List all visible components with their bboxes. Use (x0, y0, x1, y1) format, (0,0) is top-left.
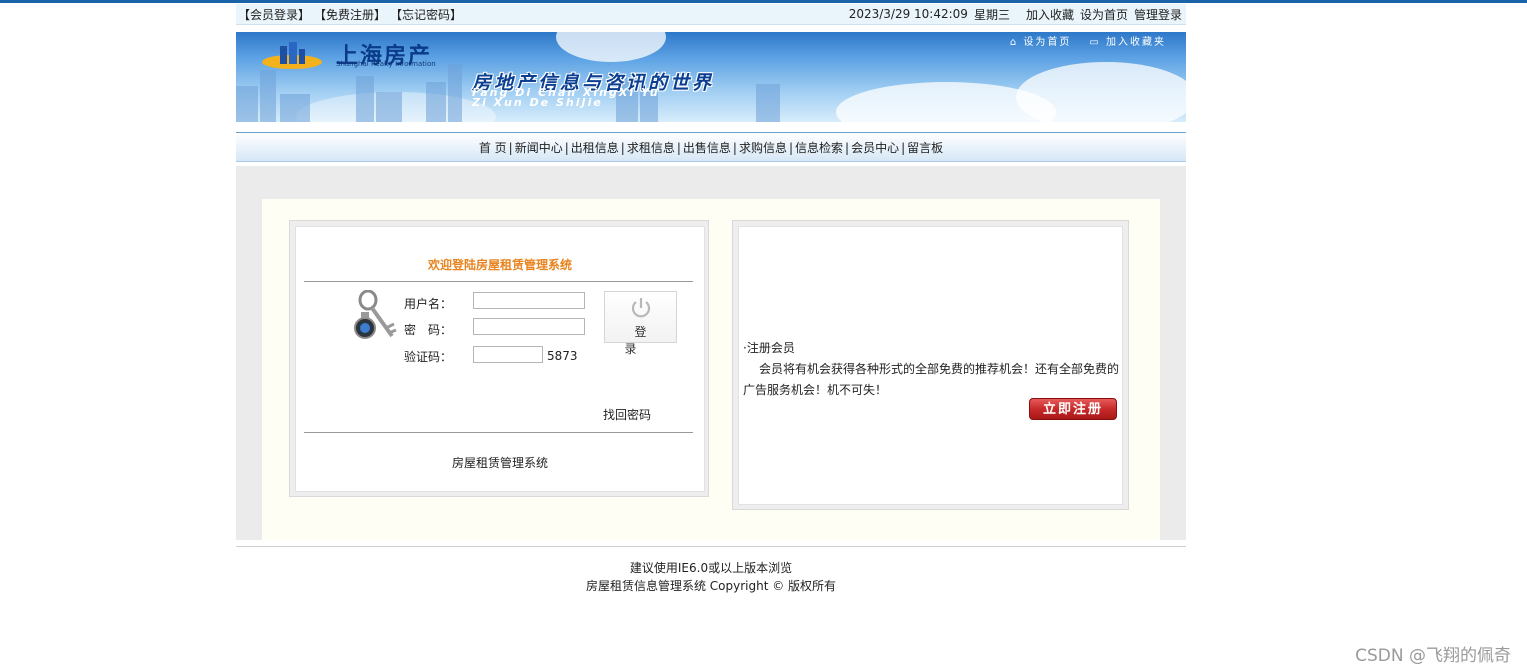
top-accent-rule (0, 0, 1527, 3)
register-title: ·注册会员 (743, 341, 795, 355)
forgot-password-link[interactable]: 【忘记密码】 (390, 6, 462, 23)
divider (304, 281, 693, 282)
admin-login-link[interactable]: 管理登录 (1134, 6, 1182, 23)
main-content: 欢迎登陆房屋租赁管理系统 用户名： 密 码： 验证码： 5873 登录 找回密码… (236, 166, 1186, 540)
captcha-label: 验证码： (404, 350, 453, 364)
logo-subtitle: Shanghai Realty Information (336, 60, 436, 68)
nav-item-guestbook[interactable]: 留言板 (907, 141, 943, 155)
banner-set-home-link[interactable]: ⌂ 设为首页 (1010, 33, 1072, 48)
footer: 建议使用IE6.0或以上版本浏览 房屋租赁信息管理系统 Copyright © … (236, 559, 1186, 595)
member-login-link[interactable]: 【会员登录】 (238, 6, 310, 23)
captcha-input[interactable] (473, 346, 543, 363)
set-homepage-link[interactable]: 设为首页 (1080, 6, 1128, 23)
password-label: 密 码： (404, 323, 453, 337)
login-button[interactable]: 登录 (604, 291, 677, 356)
top-bar: 【会员登录】 【免费注册】 【忘记密码】 2023/3/29 10:42:09 … (236, 4, 1186, 25)
main-nav: 首 页 | 新闻中心 | 出租信息 | 求租信息 | 出售信息 | 求购信息 | 信息检索 | 会员中心 | 留… (236, 132, 1186, 162)
username-input[interactable] (473, 292, 585, 309)
free-register-link[interactable]: 【免费注册】 (314, 6, 386, 23)
power-icon (631, 298, 651, 318)
add-favorite-link[interactable]: 加入收藏 (1026, 6, 1074, 23)
nav-item-sell[interactable]: 出售信息 (683, 141, 731, 155)
register-box: ·注册会员 会员将有机会获得各种形式的全部免费的推荐机会！还有全部免费的广告服务… (732, 220, 1129, 510)
watermark: CSDN @飞翔的佩奇 (1355, 646, 1511, 666)
nav-item-news[interactable]: 新闻中心 (515, 141, 563, 155)
register-description: 会员将有机会获得各种形式的全部免费的推荐机会！还有全部免费的广告服务机会！机不可… (743, 362, 1120, 397)
footer-browser-note: 建议使用IE6.0或以上版本浏览 (629, 561, 793, 575)
top-bar-right: 2023/3/29 10:42:09 星期三 加入收藏 设为首页 管理登录 (849, 6, 1186, 23)
key-icon (354, 290, 397, 339)
login-welcome-title: 欢迎登陆房屋租赁管理系统 (427, 258, 572, 272)
banner-links: ⌂ 设为首页 ▭ 加入收藏夹 (1010, 33, 1166, 48)
nav-item-seek-rent[interactable]: 求租信息 (627, 141, 675, 155)
username-label: 用户名： (404, 297, 453, 311)
login-button-label: 登录 (624, 325, 667, 356)
nav-item-search[interactable]: 信息检索 (795, 141, 843, 155)
nav-item-member-center[interactable]: 会员中心 (851, 141, 899, 155)
top-bar-links: 【会员登录】 【免费注册】 【忘记密码】 (236, 6, 462, 23)
current-weekday: 星期三 (973, 7, 1010, 22)
content-panel: 欢迎登陆房屋租赁管理系统 用户名： 密 码： 验证码： 5873 登录 找回密码… (262, 199, 1160, 540)
nav-item-home[interactable]: 首 页 (479, 141, 507, 155)
header-banner: 上海房产 Shanghai Realty Information 房地产信息与咨… (236, 32, 1186, 122)
divider (304, 432, 693, 433)
banner-pinyin-line2: Zi Xun De ShiJie (472, 96, 603, 109)
footer-copyright: 房屋租赁信息管理系统 Copyright © 版权所有 (585, 579, 837, 593)
password-input[interactable] (473, 318, 585, 335)
login-box: 欢迎登陆房屋租赁管理系统 用户名： 密 码： 验证码： 5873 登录 找回密码… (289, 220, 709, 497)
nav-item-buy[interactable]: 求购信息 (739, 141, 787, 155)
current-datetime: 2023/3/29 10:42:09 (848, 7, 968, 21)
banner-add-fav-link[interactable]: ▭ 加入收藏夹 (1089, 33, 1166, 48)
footer-divider (236, 546, 1186, 547)
system-name: 房屋租赁管理系统 (451, 456, 548, 470)
nav-item-rent-out[interactable]: 出租信息 (571, 141, 619, 155)
logo-icon (262, 42, 322, 69)
register-now-button[interactable]: 立即注册 (1029, 398, 1117, 420)
captcha-code: 5873 (547, 349, 578, 363)
retrieve-password-link[interactable]: 找回密码 (603, 406, 651, 423)
